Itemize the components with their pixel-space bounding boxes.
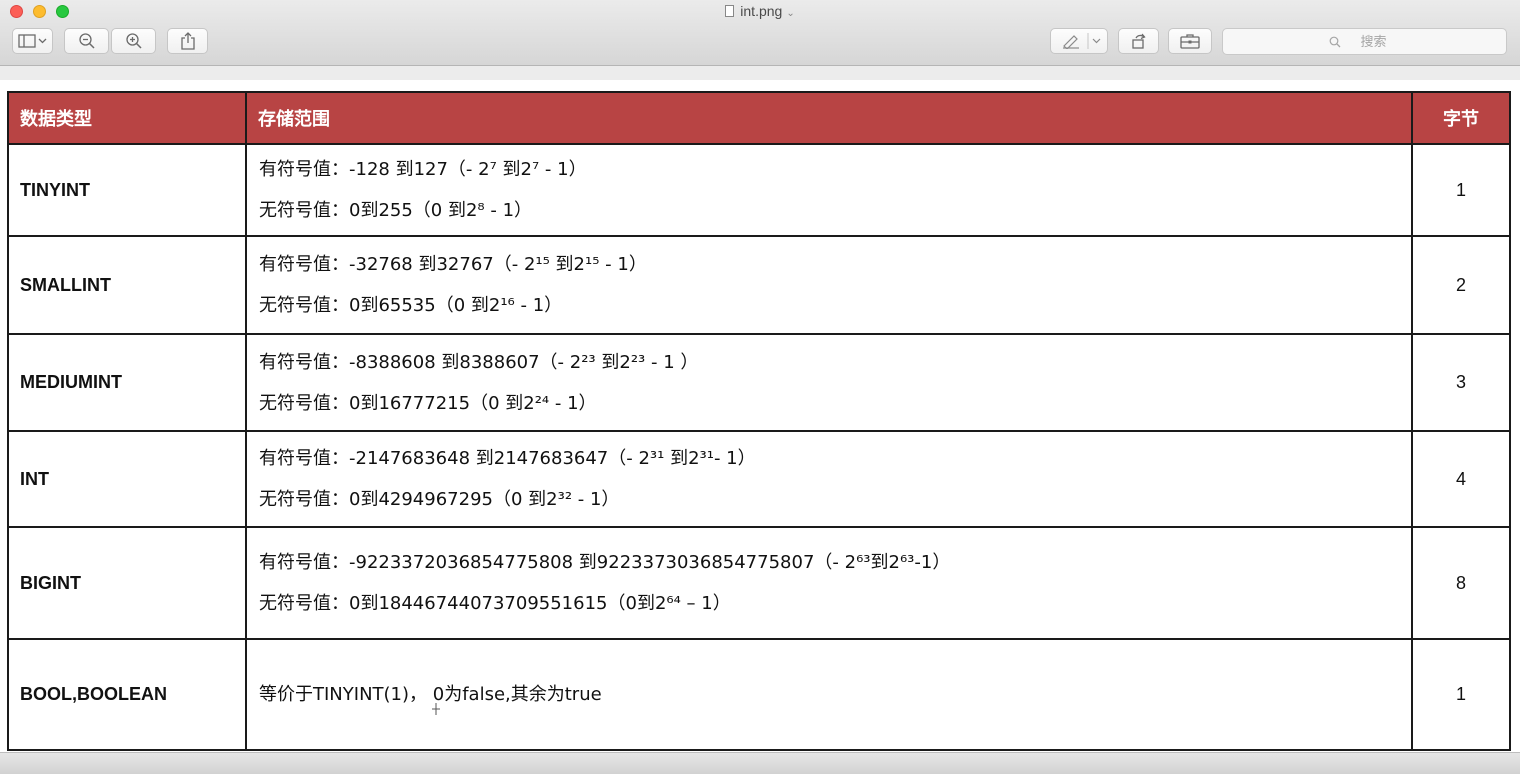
markup-button[interactable] <box>1050 28 1108 54</box>
type-cell: BOOL,BOOLEAN <box>7 638 247 751</box>
image-canvas: 数据类型 存储范围 字节 TINYINT 有符号值：-128 到127（- 2⁷… <box>0 80 1520 752</box>
text-cursor-icon <box>432 703 440 715</box>
bytes-cell: 4 <box>1411 430 1511 528</box>
title-bar: int.png ⌄ <box>0 0 1520 66</box>
search-input[interactable] <box>1223 29 1506 54</box>
rotate-icon <box>1131 33 1146 49</box>
integer-types-table: 数据类型 存储范围 字节 TINYINT 有符号值：-128 到127（- 2⁷… <box>7 91 1511 751</box>
signed-range: 有符号值：-2147683648 到2147683647（- 2³¹ 到2³¹-… <box>259 448 756 469</box>
range-cell: 等价于TINYINT(1)， 0为false,其余为true <box>245 638 1413 751</box>
search-field[interactable] <box>1222 28 1507 55</box>
sidebar-icon <box>17 34 46 48</box>
signed-range: 有符号值：-9223372036854775808 到9223373036854… <box>259 552 951 573</box>
table-row: SMALLINT 有符号值：-32768 到32767（- 2¹⁵ 到2¹⁵ -… <box>7 235 1511 335</box>
type-cell: BIGINT <box>7 526 247 640</box>
document-icon <box>725 5 735 17</box>
type-cell: SMALLINT <box>7 235 247 335</box>
unsigned-range: 无符号值：0到16777215（0 到2²⁴ - 1） <box>259 392 597 414</box>
bytes-cell: 8 <box>1411 526 1511 640</box>
unsigned-range: 无符号值：0到65535（0 到2¹⁶ - 1） <box>259 295 563 316</box>
toolbox-icon <box>1180 34 1200 49</box>
share-button[interactable] <box>167 28 208 54</box>
header-storage-range: 存储范围 <box>245 91 1413 145</box>
header-bytes: 字节 <box>1411 91 1511 145</box>
header-data-type: 数据类型 <box>7 91 247 145</box>
type-cell: INT <box>7 430 247 528</box>
window-title[interactable]: int.png ⌄ <box>0 3 1520 19</box>
zoom-out-button[interactable] <box>64 28 109 54</box>
bytes-cell: 2 <box>1411 235 1511 335</box>
range-cell: 有符号值：-8388608 到8388607（- 2²³ 到2²³ - 1 ） … <box>245 333 1413 432</box>
bytes-cell: 1 <box>1411 143 1511 237</box>
bytes-cell: 1 <box>1411 638 1511 751</box>
type-cell: MEDIUMINT <box>7 333 247 432</box>
sidebar-toggle-button[interactable] <box>12 28 53 54</box>
unsigned-range: 无符号值：0到4294967295（0 到2³² - 1） <box>259 489 620 510</box>
table-row: BOOL,BOOLEAN 等价于TINYINT(1)， 0为false,其余为t… <box>7 638 1511 751</box>
table-row: BIGINT 有符号值：-9223372036854775808 到922337… <box>7 526 1511 640</box>
markup-pen-icon <box>1063 33 1101 49</box>
preview-window: int.png ⌄ 搜索 数据类型 存储范围 字节 TINYINT 有符号值：-… <box>0 0 1520 774</box>
window-title-text: int.png <box>740 3 783 19</box>
signed-range: 有符号值：-128 到127（- 2⁷ 到2⁷ - 1） <box>259 159 587 180</box>
table-row: INT 有符号值：-2147683648 到2147683647（- 2³¹ 到… <box>7 430 1511 528</box>
range-cell: 有符号值：-2147683648 到2147683647（- 2³¹ 到2³¹-… <box>245 430 1413 528</box>
unsigned-range: 无符号值：0到18446744073709551615（0到2⁶⁴ – 1） <box>259 593 731 614</box>
chevron-down-icon <box>1092 38 1101 44</box>
unsigned-range: 无符号值：0到255（0 到2⁸ - 1） <box>259 200 533 221</box>
zoom-out-icon <box>78 33 95 49</box>
range-cell: 有符号值：-32768 到32767（- 2¹⁵ 到2¹⁵ - 1） 无符号值：… <box>245 235 1413 335</box>
table-row: MEDIUMINT 有符号值：-8388608 到8388607（- 2²³ 到… <box>7 333 1511 432</box>
type-cell: TINYINT <box>7 143 247 237</box>
toolbox-button[interactable] <box>1168 28 1212 54</box>
bottom-bar <box>0 752 1520 774</box>
table-row: TINYINT 有符号值：-128 到127（- 2⁷ 到2⁷ - 1） 无符号… <box>7 143 1511 237</box>
zoom-in-button[interactable] <box>111 28 156 54</box>
range-cell: 有符号值：-128 到127（- 2⁷ 到2⁷ - 1） 无符号值：0到255（… <box>245 143 1413 237</box>
table-header-row: 数据类型 存储范围 字节 <box>7 91 1511 145</box>
bytes-cell: 3 <box>1411 333 1511 432</box>
signed-range: 有符号值：-8388608 到8388607（- 2²³ 到2²³ - 1 ） <box>259 351 699 373</box>
rotate-button[interactable] <box>1118 28 1159 54</box>
title-chevron-icon: ⌄ <box>786 8 795 19</box>
share-icon <box>180 32 195 50</box>
zoom-in-icon <box>125 33 142 49</box>
signed-range: 有符号值：-32768 到32767（- 2¹⁵ 到2¹⁵ - 1） <box>259 254 647 275</box>
range-cell: 有符号值：-9223372036854775808 到9223373036854… <box>245 526 1413 640</box>
